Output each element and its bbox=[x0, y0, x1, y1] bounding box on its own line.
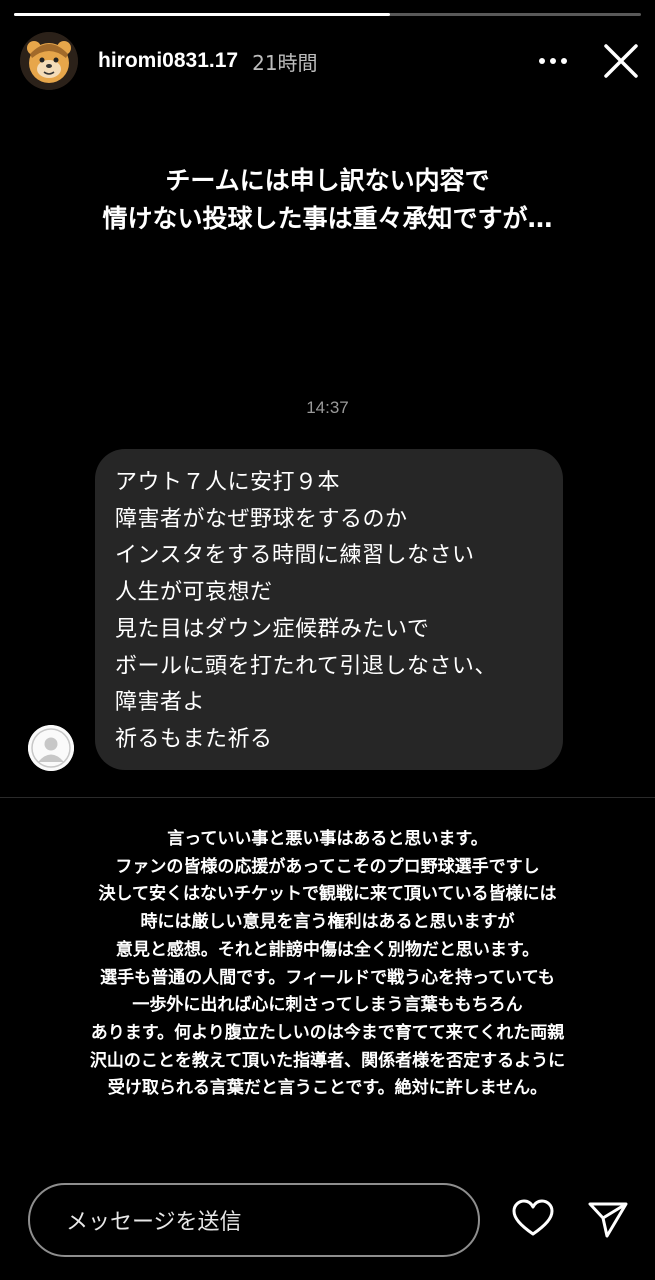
message-line: 見た目はダウン症候群みたいで bbox=[115, 616, 430, 642]
statement-line: ファンの皆様の応援があってこそのプロ野球選手ですし bbox=[115, 856, 540, 877]
caption-line: チームには申し訳ない内容で bbox=[165, 166, 490, 195]
message-line: 障害者よ bbox=[115, 690, 206, 716]
statement-line: 言っていい事と悪い事はあると思います。 bbox=[167, 829, 488, 849]
reply-placeholder: メッセージを送信 bbox=[66, 1210, 242, 1235]
message-line: インスタをする時間に練習しなさい bbox=[115, 543, 475, 569]
sender-avatar bbox=[28, 725, 74, 771]
statement-line: あります。何より腹立たしいのは今まで育てて来てくれた両親 bbox=[90, 1022, 565, 1043]
post-time: 21時間 bbox=[252, 50, 318, 75]
divider bbox=[0, 797, 655, 798]
statement-line: 意見と感想。それと誹謗中傷は全く別物だと思います。 bbox=[115, 939, 540, 960]
username[interactable]: hiromi0831.17 bbox=[98, 49, 238, 73]
close-icon[interactable] bbox=[601, 41, 641, 81]
more-horizontal-icon[interactable] bbox=[535, 43, 571, 79]
statement-text: 言っていい事と悪い事はあると思います。 ファンの皆様の応援があってこそのプロ野球… bbox=[0, 826, 655, 1103]
message-line: 障害者がなぜ野球をするのか bbox=[115, 506, 408, 532]
reply-input[interactable]: メッセージを送信 bbox=[28, 1183, 480, 1257]
message-line: アウト７人に安打９本 bbox=[115, 470, 341, 495]
message-line: 祈るもまた祈る bbox=[115, 726, 273, 752]
story-header: hiromi0831.17 21時間 bbox=[20, 32, 641, 90]
profile-avatar[interactable] bbox=[20, 32, 78, 90]
statement-line: 一歩外に出れば心に刺さってしまう言葉ももちろん bbox=[132, 995, 523, 1016]
statement-line: 沢山のことを教えて頂いた指導者、関係者様を否定するように bbox=[89, 1050, 566, 1071]
statement-line: 受け取られる言葉だと言うことです。絶対に許しません。 bbox=[107, 1078, 548, 1099]
dm-timestamp: 14:37 bbox=[306, 398, 349, 417]
send-icon[interactable] bbox=[585, 1196, 631, 1242]
message-line: ボールに頭を打たれて引退しなさい、 bbox=[115, 653, 497, 679]
message-line: 人生が可哀想だ bbox=[115, 580, 273, 606]
dm-message-bubble: アウト７人に安打９本 障害者がなぜ野球をするのか インスタをする時間に練習しなさ… bbox=[95, 449, 563, 770]
caption-line: 情けない投球した事は重々承知ですが… bbox=[102, 204, 553, 233]
statement-line: 選手も普通の人間です。フィールドで戦う心を持っていても bbox=[100, 967, 555, 988]
statement-line: 決して安くはないチケットで観戦に来て頂いている皆様には bbox=[98, 884, 557, 905]
story-caption: チームには申し訳ない内容で 情けない投球した事は重々承知ですが… bbox=[0, 162, 655, 238]
story-progress-fill bbox=[14, 13, 391, 16]
statement-line: 時には厳しい意見を言う権利はあると思いますが bbox=[140, 912, 515, 933]
story-progress-bar bbox=[14, 13, 641, 16]
heart-icon[interactable] bbox=[510, 1196, 556, 1242]
